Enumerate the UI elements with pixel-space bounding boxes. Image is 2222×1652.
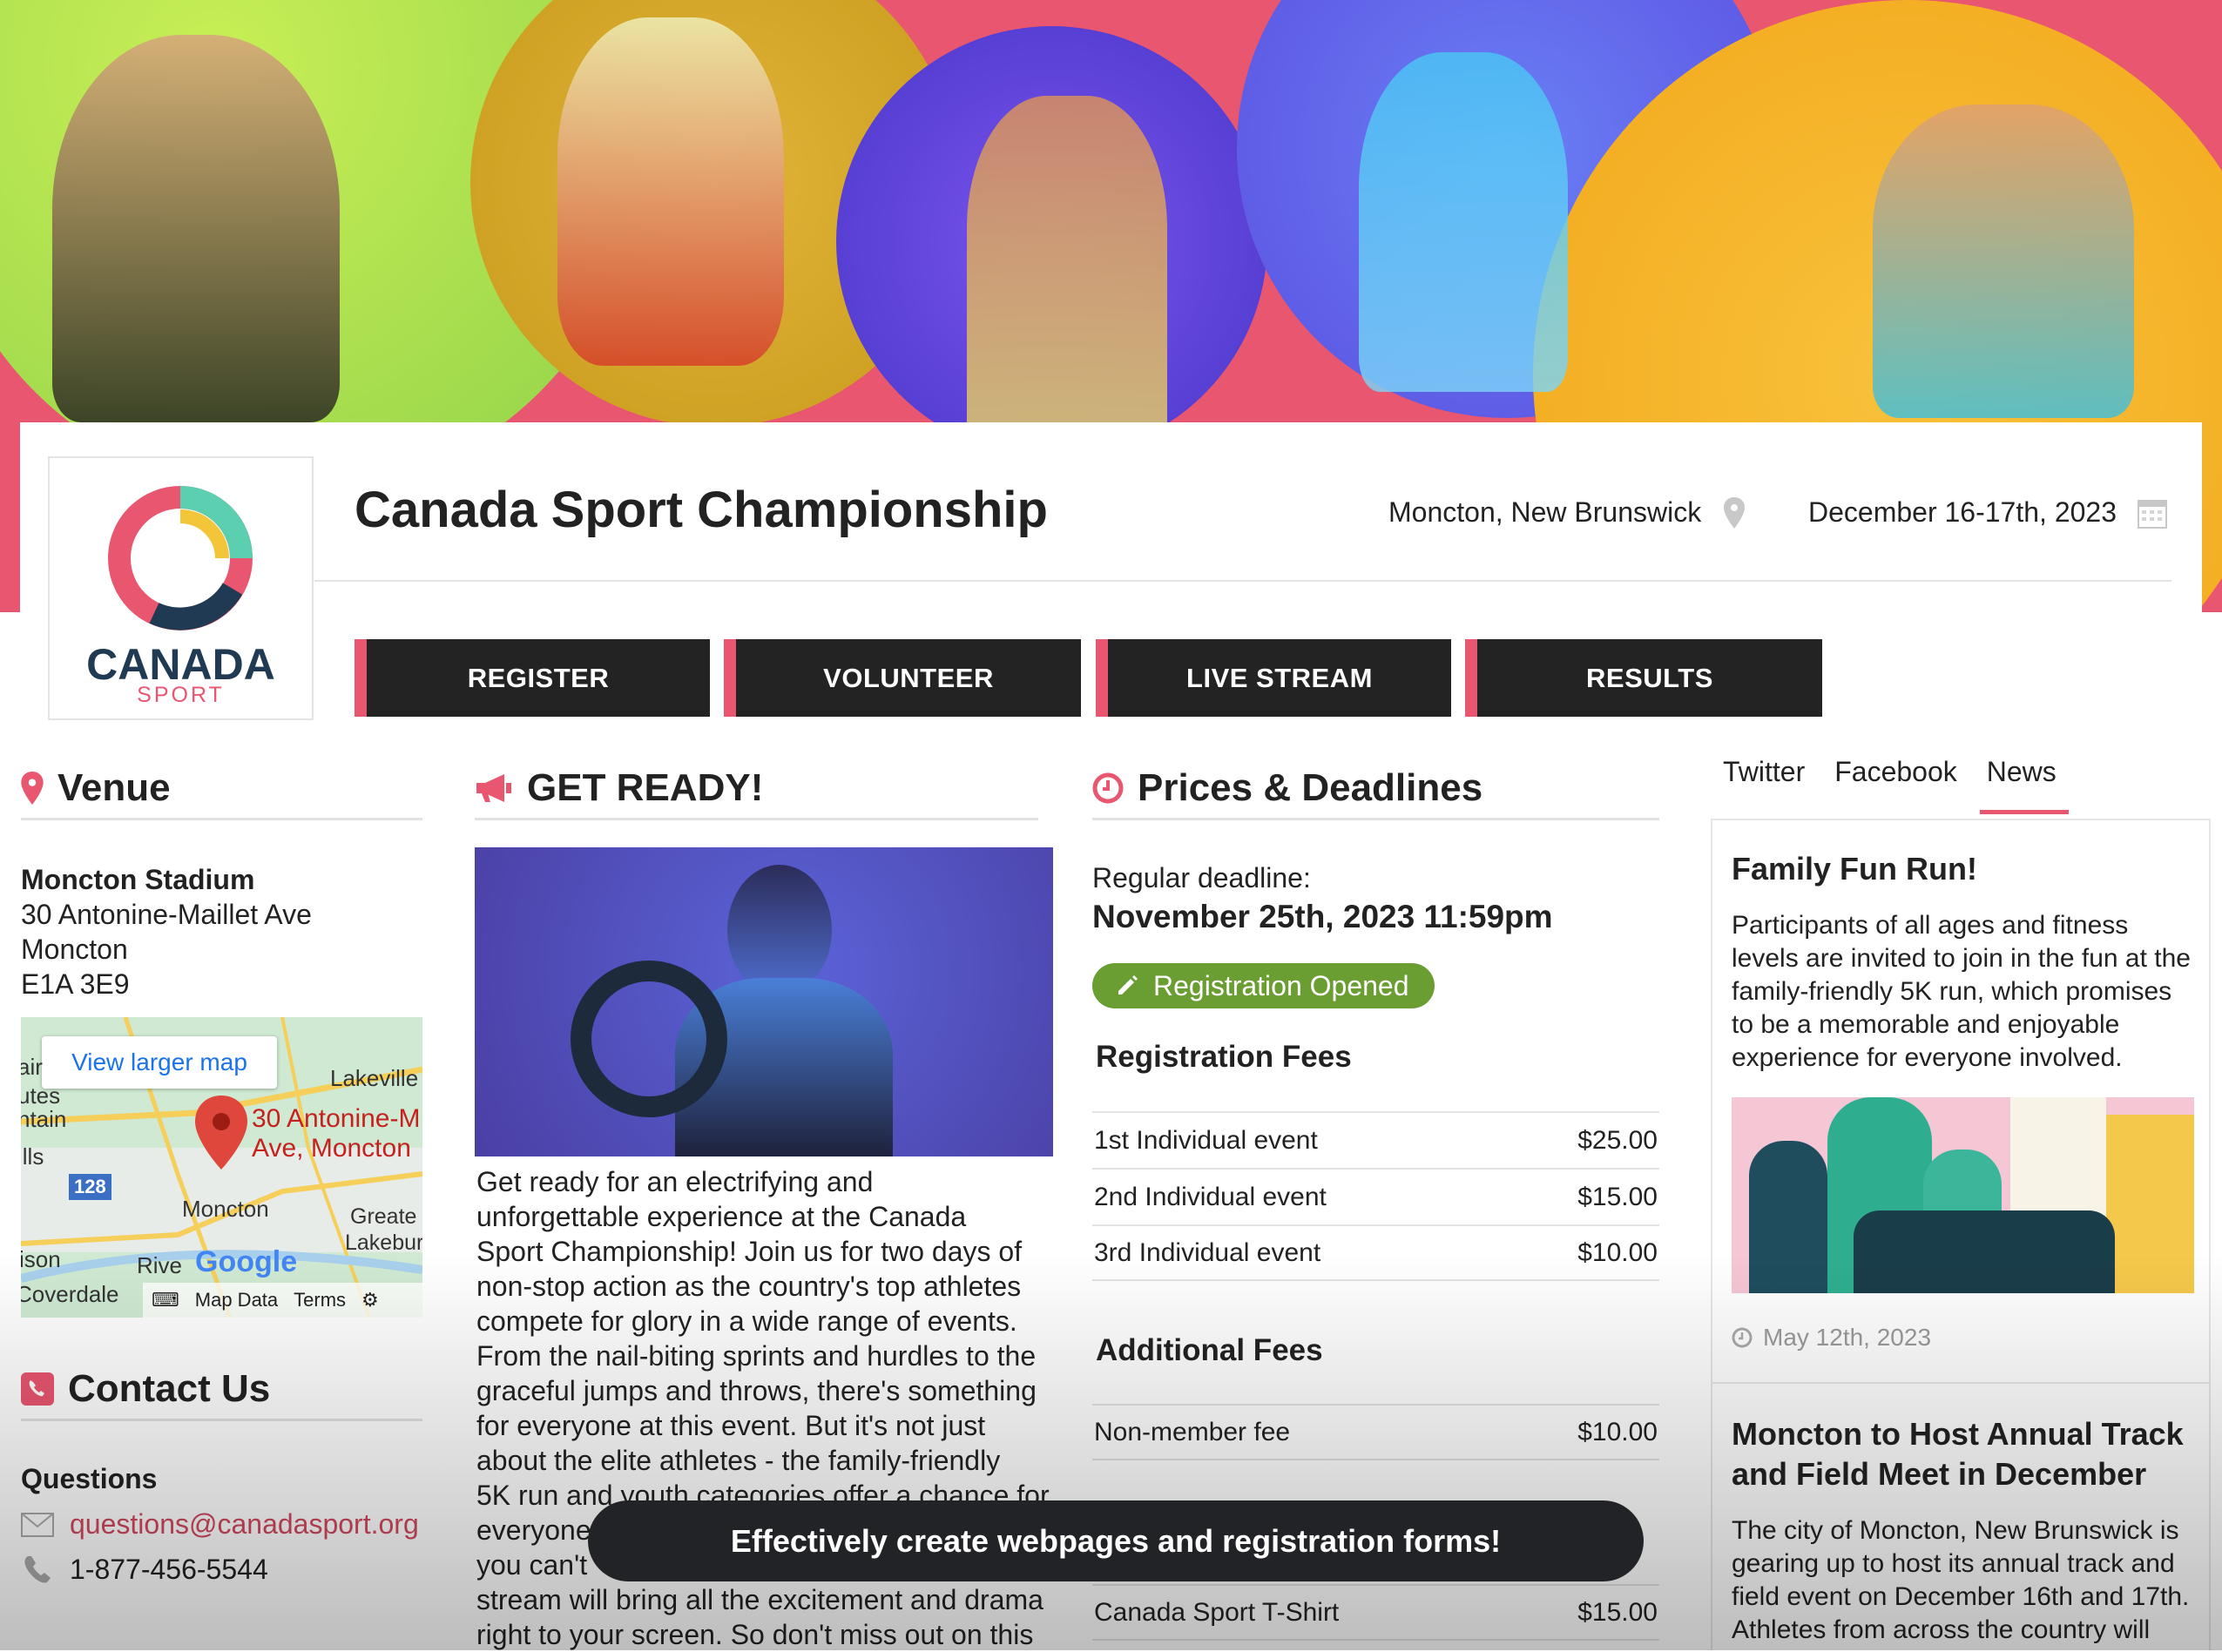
clock-icon xyxy=(1732,1327,1753,1348)
map-place: ills xyxy=(21,1143,44,1170)
registration-fees-heading: Registration Fees xyxy=(1096,1040,1352,1074)
map-place: ntain xyxy=(21,1106,67,1132)
phone-number[interactable]: 1-877-456-5544 xyxy=(70,1554,268,1586)
route-shield: 128 xyxy=(69,1174,111,1200)
calendar-icon xyxy=(2138,499,2167,529)
fee-row: Non-member fee $10.00 xyxy=(1092,1404,1659,1460)
news-divider xyxy=(1712,1382,2209,1384)
venue-postal: E1A 3E9 xyxy=(21,968,130,1000)
tab-facebook[interactable]: Facebook xyxy=(1834,756,1957,788)
map-place: ison xyxy=(21,1246,61,1272)
report-bug-icon[interactable]: ⚙ xyxy=(361,1289,379,1311)
volunteer-button[interactable]: VOLUNTEER xyxy=(724,639,1081,717)
keyboard-icon[interactable]: ⌨ xyxy=(152,1289,179,1311)
map-place: Rive xyxy=(137,1252,183,1278)
header-divider xyxy=(314,580,2171,582)
map-place: air xyxy=(21,1054,43,1080)
news-title[interactable]: Moncton to Host Annual Track and Field M… xyxy=(1732,1414,2185,1494)
event-date: December 16-17th, 2023 xyxy=(1808,496,2167,529)
news-tabs: Twitter Facebook News xyxy=(1723,756,2057,788)
map-terms-link[interactable]: Terms xyxy=(294,1289,346,1311)
active-tab-indicator xyxy=(1980,810,2069,814)
news-title[interactable]: Family Fun Run! xyxy=(1732,851,1977,887)
results-button[interactable]: RESULTS xyxy=(1465,639,1822,717)
fee-row: 2nd Individual event $15.00 xyxy=(1092,1168,1659,1224)
map-pin-icon xyxy=(1724,496,1746,529)
athlete-image xyxy=(475,847,1053,1156)
contact-email: questions@canadasport.org xyxy=(21,1508,419,1541)
promo-banner[interactable]: Effectively create webpages and registra… xyxy=(588,1500,1644,1581)
prices-heading: Prices & Deadlines xyxy=(1092,766,1659,820)
map-pin-marker-icon[interactable] xyxy=(195,1096,247,1170)
prices-heading-text: Prices & Deadlines xyxy=(1138,765,1483,809)
fee-row: 3rd Individual event $10.00 xyxy=(1092,1224,1659,1281)
venue-name: Moncton Stadium xyxy=(21,864,255,895)
get-ready-heading: GET READY! xyxy=(475,766,1038,820)
additional-fees-heading: Additional Fees xyxy=(1096,1333,1323,1367)
map-place: utes xyxy=(21,1082,61,1109)
contact-phone: 1-877-456-5544 xyxy=(21,1554,268,1586)
date-text: December 16-17th, 2023 xyxy=(1808,496,2117,528)
map-place: Lakeville xyxy=(330,1065,419,1091)
phone-icon xyxy=(24,1555,51,1583)
fun-run-image xyxy=(1732,1097,2194,1293)
get-ready-heading-text: GET READY! xyxy=(527,765,764,809)
fee-row: 1st Individual event $25.00 xyxy=(1092,1111,1659,1168)
register-button[interactable]: REGISTER xyxy=(355,639,710,717)
clock-icon xyxy=(1092,772,1124,803)
page-title: Canada Sport Championship xyxy=(355,482,1048,538)
live-stream-button[interactable]: LIVE STREAM xyxy=(1096,639,1451,717)
megaphone-icon xyxy=(476,773,511,802)
venue-heading: Venue xyxy=(21,766,422,820)
map-marker-icon xyxy=(21,771,44,805)
event-location: Moncton, New Brunswick xyxy=(1388,496,1746,529)
venue-address: Moncton Stadium 30 Antonine-Maillet Ave … xyxy=(21,862,312,1001)
deadline-date: November 25th, 2023 11:59pm xyxy=(1092,899,1553,934)
map-place: Greate xyxy=(350,1204,417,1229)
contact-heading-text: Contact Us xyxy=(68,1366,271,1410)
questions-label: Questions xyxy=(21,1463,158,1494)
email-link[interactable]: questions@canadasport.org xyxy=(70,1508,419,1541)
logo-ring-icon xyxy=(108,486,253,630)
fee-row: Canada Sport T-Shirt $15.00 xyxy=(1092,1584,1659,1641)
tab-twitter[interactable]: Twitter xyxy=(1723,756,1805,788)
registration-status-badge: Registration Opened xyxy=(1092,963,1435,1008)
tab-news[interactable]: News xyxy=(1987,756,2057,788)
location-text: Moncton, New Brunswick xyxy=(1388,496,1702,528)
canada-sport-logo[interactable]: CANADA SPORT xyxy=(48,456,314,720)
news-body: Participants of all ages and fitness lev… xyxy=(1732,911,2191,1072)
venue-map[interactable]: View larger map 30 Antonine-M Ave, Moncto… xyxy=(21,1017,422,1318)
logo-subtitle: SPORT xyxy=(137,683,225,707)
contact-heading: Contact Us xyxy=(21,1367,422,1421)
map-pin-label: 30 Antonine-M Ave, Moncton xyxy=(252,1104,421,1163)
view-larger-map-link[interactable]: View larger map xyxy=(42,1036,277,1089)
news-body: The city of Moncton, New Brunswick is ge… xyxy=(1732,1516,2190,1644)
news-date: May 12th, 2023 xyxy=(1732,1324,1931,1352)
map-data-link[interactable]: Map Data xyxy=(195,1289,278,1311)
phone-square-icon xyxy=(21,1372,54,1406)
map-place: Moncton xyxy=(182,1196,269,1222)
news-feed: Family Fun Run! Participants of all ages… xyxy=(1711,819,2211,1650)
map-attribution: ⌨ Map Data Terms ⚙ xyxy=(143,1283,422,1318)
deadline-label: Regular deadline: xyxy=(1092,862,1311,893)
status-text: Registration Opened xyxy=(1153,969,1409,1001)
map-place: Lakebur xyxy=(345,1231,422,1255)
venue-heading-text: Venue xyxy=(57,765,171,809)
pencil-icon xyxy=(1118,975,1138,995)
google-logo: Google xyxy=(195,1245,298,1278)
map-place: Coverdale xyxy=(21,1281,119,1307)
venue-city: Moncton xyxy=(21,934,128,965)
venue-street: 30 Antonine-Maillet Ave xyxy=(21,899,312,930)
envelope-icon xyxy=(21,1512,54,1537)
